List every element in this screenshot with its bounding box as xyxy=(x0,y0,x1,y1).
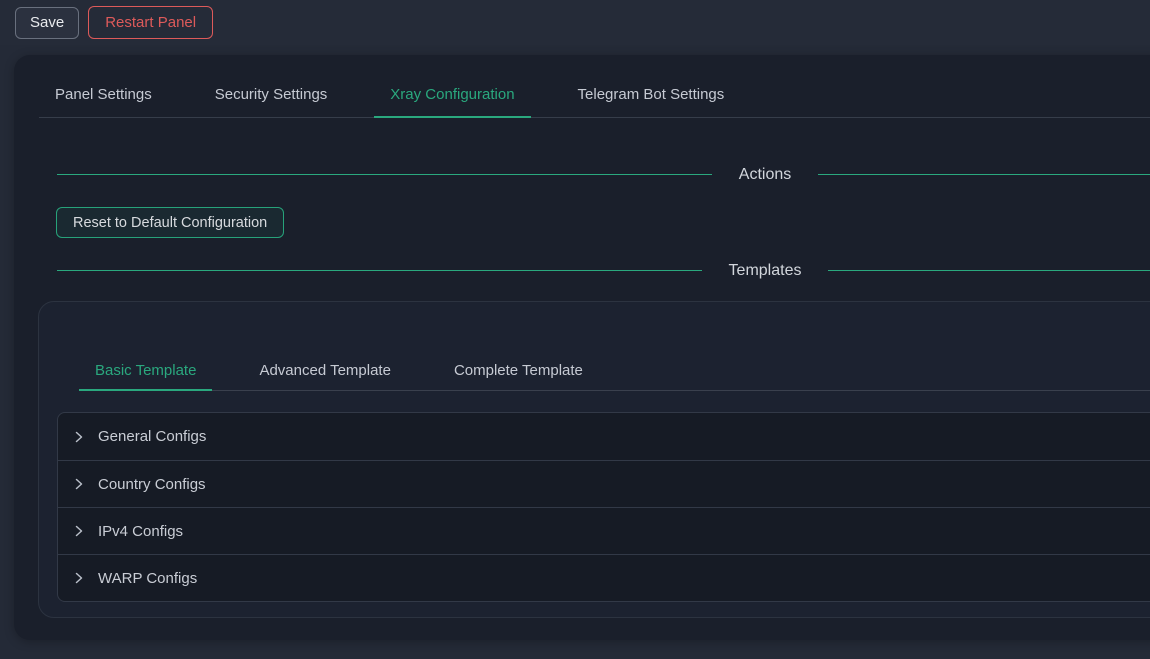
collapse-item-label: WARP Configs xyxy=(98,570,197,587)
settings-tab-bar: Panel Settings Security Settings Xray Co… xyxy=(39,55,1150,118)
settings-card: Panel Settings Security Settings Xray Co… xyxy=(14,55,1150,640)
actions-divider-label: Actions xyxy=(712,165,818,184)
tab-panel-settings[interactable]: Panel Settings xyxy=(39,75,168,117)
collapse-item-country-configs[interactable]: Country Configs xyxy=(58,460,1150,507)
top-toolbar: Save Restart Panel xyxy=(0,0,1150,45)
tab-telegram-bot-settings[interactable]: Telegram Bot Settings xyxy=(562,75,741,117)
collapse-item-general-configs[interactable]: General Configs xyxy=(58,413,1150,460)
collapse-item-label: IPv4 Configs xyxy=(98,523,183,540)
collapse-item-warp-configs[interactable]: WARP Configs xyxy=(58,554,1150,601)
collapse-item-ipv4-configs[interactable]: IPv4 Configs xyxy=(58,507,1150,554)
templates-divider-label: Templates xyxy=(702,261,829,280)
collapse-item-label: General Configs xyxy=(98,428,206,445)
template-tab-bar: Basic Template Advanced Template Complet… xyxy=(79,302,1150,391)
tab-basic-template[interactable]: Basic Template xyxy=(79,346,212,390)
chevron-right-icon xyxy=(72,571,86,585)
template-config-collapse-list: General Configs Country Configs IPv4 Con… xyxy=(57,412,1150,602)
chevron-right-icon xyxy=(72,430,86,444)
tab-complete-template[interactable]: Complete Template xyxy=(438,346,599,390)
tab-advanced-template[interactable]: Advanced Template xyxy=(243,346,406,390)
chevron-right-icon xyxy=(72,524,86,538)
reset-to-default-configuration-button[interactable]: Reset to Default Configuration xyxy=(56,207,284,238)
save-button[interactable]: Save xyxy=(15,7,79,39)
restart-panel-button[interactable]: Restart Panel xyxy=(88,6,213,39)
tab-xray-configuration[interactable]: Xray Configuration xyxy=(374,75,530,117)
templates-card: Basic Template Advanced Template Complet… xyxy=(38,301,1150,618)
chevron-right-icon xyxy=(72,477,86,491)
templates-divider: Templates xyxy=(57,261,1150,280)
tab-security-settings[interactable]: Security Settings xyxy=(199,75,344,117)
collapse-item-label: Country Configs xyxy=(98,476,206,493)
actions-divider: Actions xyxy=(57,165,1150,184)
